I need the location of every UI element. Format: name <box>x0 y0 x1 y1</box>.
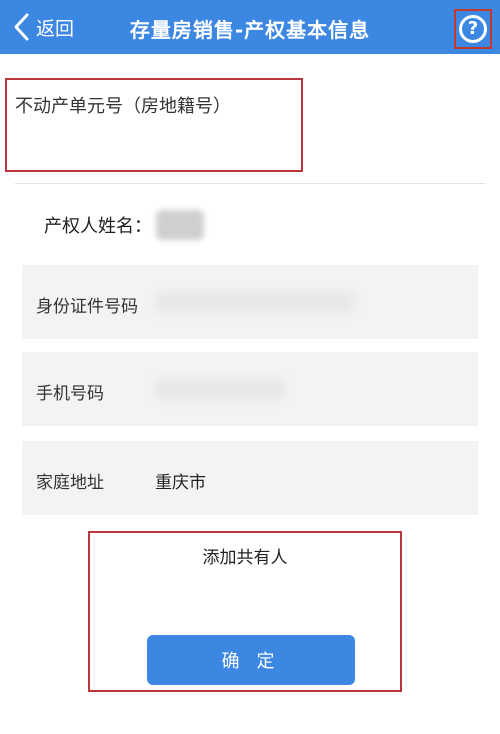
address-field[interactable]: 家庭地址 重庆市 <box>22 441 478 515</box>
id-number-field[interactable]: 身份证件号码 <box>22 265 478 339</box>
help-icon: ? <box>459 15 487 43</box>
phone-label: 手机号码 <box>36 384 104 404</box>
phone-field[interactable]: 手机号码 <box>22 352 478 426</box>
id-number-label: 身份证件号码 <box>36 297 138 317</box>
divider <box>15 183 485 184</box>
phone-masked <box>155 378 285 400</box>
address-value: 重庆市 <box>155 473 206 493</box>
owner-name-label: 产权人姓名： <box>44 216 152 237</box>
confirm-button[interactable]: 确 定 <box>147 635 355 685</box>
unit-number-label: 不动产单元号（房地籍号） <box>15 96 231 117</box>
action-highlight: 添加共有人 确 定 <box>88 531 402 692</box>
page-title: 存量房销售-产权基本信息 <box>129 18 371 42</box>
help-button[interactable]: ? <box>454 9 492 49</box>
id-number-masked <box>155 291 355 313</box>
address-label: 家庭地址 <box>36 473 104 493</box>
help-symbol: ? <box>467 18 479 39</box>
app-header: 返回 存量房销售-产权基本信息 ? <box>0 0 500 54</box>
add-coowner-button[interactable]: 添加共有人 <box>90 543 400 568</box>
owner-name-masked <box>156 210 204 240</box>
owner-name-row: 产权人姓名： <box>44 210 204 240</box>
